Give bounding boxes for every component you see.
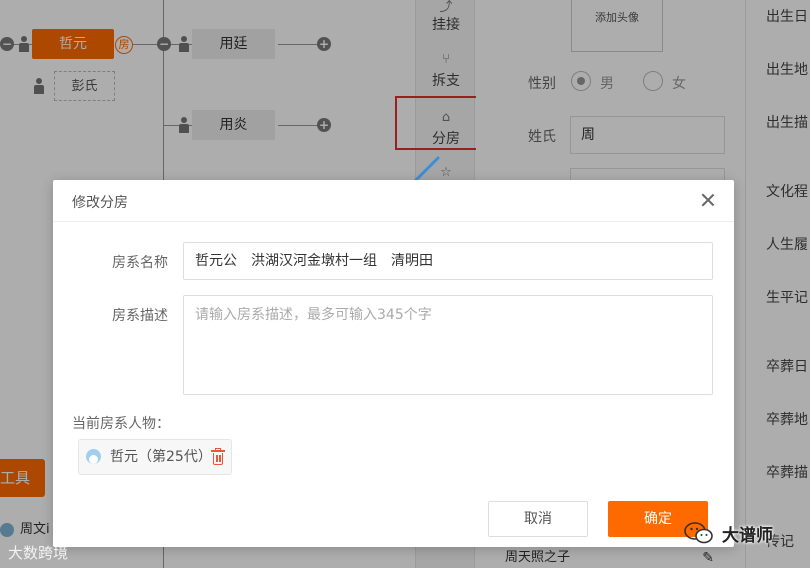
watermark-right-text: 大谱师 xyxy=(722,526,773,546)
avatar xyxy=(86,449,101,464)
member-chip: 哲元（第25代） xyxy=(78,439,232,475)
trash-icon[interactable] xyxy=(211,448,225,465)
branch-name-input[interactable]: 哲元公 洪湖汉河金墩村一组 清明田 xyxy=(183,242,713,280)
wechat-icon xyxy=(684,522,713,544)
branch-desc-textarea[interactable] xyxy=(183,295,713,395)
dialog-header: 修改分房 xyxy=(53,180,734,222)
branch-name-label: 房系名称 xyxy=(112,255,168,271)
cancel-button[interactable]: 取消 xyxy=(488,501,588,537)
dialog-title: 修改分房 xyxy=(72,195,128,211)
edit-branch-dialog: 修改分房 房系名称 哲元公 洪湖汉河金墩村一组 清明田 房系描述 当前房系人物：… xyxy=(53,180,734,547)
member-chip-label: 哲元（第25代） xyxy=(110,449,212,465)
watermark-left: 大数跨境 xyxy=(8,544,69,562)
current-members-label: 当前房系人物： xyxy=(72,416,170,432)
branch-desc-label: 房系描述 xyxy=(112,308,168,324)
close-icon[interactable] xyxy=(698,190,718,210)
